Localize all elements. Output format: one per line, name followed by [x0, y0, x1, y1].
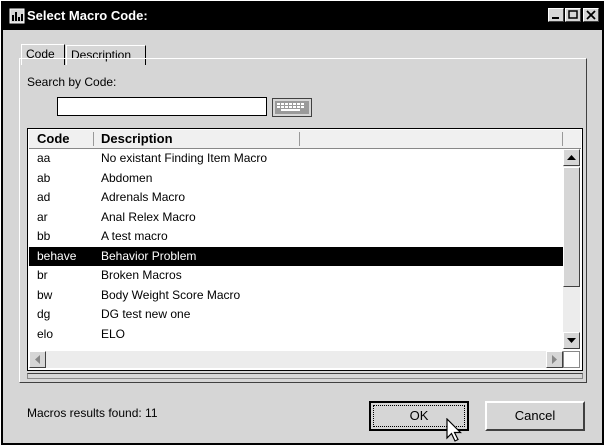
minimize-button[interactable] — [548, 8, 564, 22]
column-header-code[interactable]: Code — [37, 131, 70, 146]
macro-description: Adrenals Macro — [101, 190, 186, 204]
list-header: Code Description — [29, 130, 581, 149]
macro-code: ar — [37, 209, 48, 224]
scroll-corner — [563, 351, 580, 368]
keyboard-icon[interactable] — [272, 98, 312, 117]
macro-code: ad — [37, 190, 51, 204]
macro-description: Anal Relex Macro — [101, 209, 196, 224]
scroll-down-button[interactable] — [563, 332, 580, 349]
mouse-pointer-icon — [446, 418, 462, 442]
macro-list[interactable]: Code Description aa No existant Finding I… — [27, 128, 583, 371]
list-item[interactable]: ab Abdomen — [29, 169, 563, 189]
list-item[interactable]: dg DG test new one — [29, 305, 563, 325]
title-bar[interactable]: Select Macro Code: — [3, 3, 602, 30]
list-item[interactable]: bw Body Weight Score Macro — [29, 286, 563, 306]
column-divider[interactable] — [562, 132, 563, 146]
list-item[interactable]: ad Adrenals Macro — [29, 188, 563, 208]
macro-description: Abdomen — [101, 170, 153, 185]
arrow-up-icon — [567, 155, 576, 160]
column-divider[interactable] — [299, 132, 300, 146]
window-title: Select Macro Code: — [27, 8, 148, 23]
vertical-scrollbar[interactable] — [563, 149, 580, 349]
list-rows: aa No existant Finding Item Macro ab Abdome… — [29, 149, 563, 344]
macro-code: aa — [37, 151, 51, 165]
close-icon — [586, 10, 596, 20]
scroll-left-button[interactable] — [29, 351, 46, 368]
cancel-button-label: Cancel — [514, 408, 556, 423]
macro-code: bb — [37, 229, 51, 243]
horizontal-scrollbar[interactable] — [29, 351, 563, 368]
scroll-up-button[interactable] — [563, 149, 580, 166]
macro-description: Broken Macros — [101, 268, 182, 282]
macro-code: ab — [37, 170, 51, 185]
column-divider[interactable] — [93, 132, 94, 146]
scroll-thumb[interactable] — [563, 167, 580, 287]
search-input[interactable] — [57, 97, 267, 116]
macro-description: Behavior Problem — [101, 248, 197, 263]
scroll-right-button[interactable] — [546, 351, 563, 368]
macro-description: A test macro — [101, 229, 168, 243]
panel-scrollbar[interactable] — [27, 373, 583, 379]
arrow-left-icon — [35, 355, 40, 364]
macro-code: bw — [37, 287, 53, 302]
macro-code: behave — [37, 248, 77, 263]
app-icon — [9, 8, 25, 24]
macro-description: Body Weight Score Macro — [101, 287, 241, 302]
close-button[interactable] — [583, 8, 599, 22]
macro-description: ELO — [101, 326, 126, 341]
macro-description: No existant Finding Item Macro — [101, 151, 268, 165]
list-item[interactable]: behave Behavior Problem — [29, 246, 563, 266]
results-status: Macros results found: 11 — [27, 406, 158, 420]
list-item[interactable]: aa No existant Finding Item Macro — [29, 149, 563, 169]
arrow-down-icon — [567, 338, 576, 343]
cancel-button[interactable]: Cancel — [485, 401, 585, 431]
macro-code: dg — [37, 307, 51, 321]
maximize-icon — [568, 10, 578, 19]
macro-code: elo — [37, 326, 54, 341]
list-item[interactable]: bb A test macro — [29, 227, 563, 247]
list-item[interactable]: ar Anal Relex Macro — [29, 208, 563, 228]
macro-description: DG test new one — [101, 307, 191, 321]
search-label: Search by Code: — [27, 75, 117, 89]
macro-code: br — [37, 268, 48, 282]
list-item[interactable]: br Broken Macros — [29, 266, 563, 286]
maximize-button[interactable] — [565, 8, 581, 22]
list-item[interactable]: elo ELO — [29, 325, 563, 345]
minimize-icon — [552, 17, 559, 19]
column-header-description[interactable]: Description — [101, 131, 173, 146]
arrow-right-icon — [552, 355, 557, 364]
